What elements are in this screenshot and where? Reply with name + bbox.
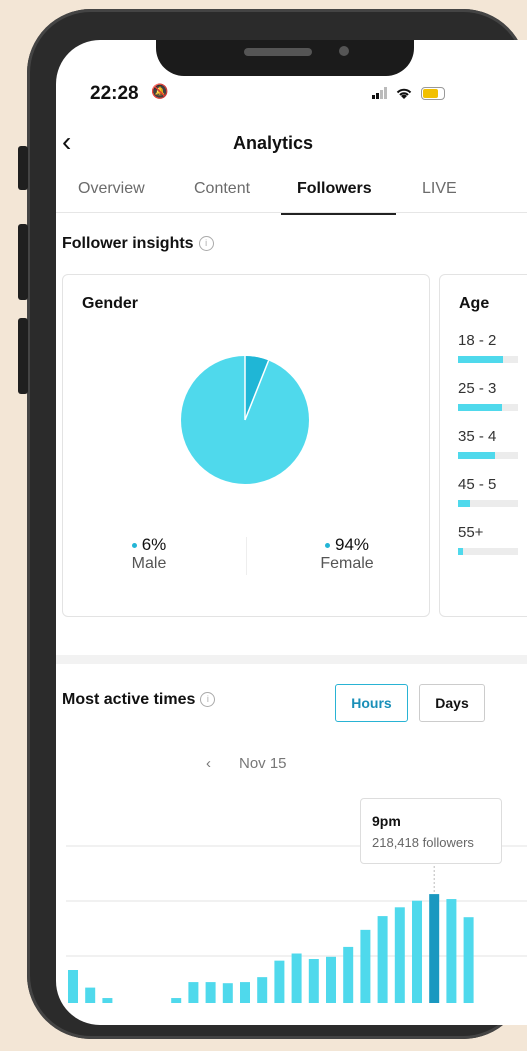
bar-hour-12[interactable]	[274, 960, 285, 1003]
volume-down-button	[18, 318, 28, 394]
page-title: Analytics	[232, 133, 314, 153]
info-icon[interactable]: i	[198, 236, 214, 252]
age-label: 18 - 2	[458, 332, 497, 349]
bar-hour-13[interactable]	[291, 953, 302, 1004]
bar-hour-21[interactable]	[429, 894, 440, 1003]
age-label: 35 - 4	[458, 428, 497, 445]
tab-bar: Overview Content Followers LIVE	[56, 180, 527, 215]
hours-button[interactable]: Hours	[335, 684, 408, 722]
bar-hour-0[interactable]	[68, 970, 78, 1003]
gender-pie-chart	[181, 356, 309, 484]
tab-followers[interactable]: Followers	[297, 180, 372, 198]
days-button[interactable]: Days	[419, 684, 485, 722]
section-separator	[56, 655, 527, 664]
bar-hour-19[interactable]	[394, 907, 405, 1003]
bar-hour-8[interactable]	[205, 982, 216, 1003]
status-time: 22:28	[90, 83, 139, 104]
bar-hour-22[interactable]	[446, 899, 457, 1003]
signal-icon	[372, 87, 387, 100]
speaker	[244, 48, 312, 56]
tabs-divider	[56, 212, 527, 213]
tab-content[interactable]: Content	[194, 180, 250, 198]
age-title: Age	[459, 295, 490, 312]
age-card: Age 18 - 2 25 - 3 35 - 4 45 - 5 55+	[439, 274, 527, 617]
female-label: Female	[320, 555, 374, 572]
most-active-title: Most active times	[62, 691, 196, 708]
male-value: 6%	[141, 535, 167, 554]
age-label: 25 - 3	[458, 380, 497, 397]
age-row: 55+	[458, 524, 518, 555]
legend-dot-male	[131, 543, 137, 549]
date-navigator: ‹ Nov 15	[206, 755, 315, 772]
bar-hour-17[interactable]	[360, 929, 371, 1003]
age-bar-fill	[458, 548, 463, 555]
bar-hour-15[interactable]	[326, 956, 336, 1003]
age-bar-track	[458, 404, 518, 411]
follower-insights-title: Follower insights	[62, 235, 194, 252]
age-label: 45 - 5	[458, 476, 497, 493]
legend-divider	[246, 537, 247, 575]
age-bar-track	[458, 548, 518, 555]
wifi-icon	[396, 88, 412, 99]
age-row: 18 - 2	[458, 332, 518, 363]
bar-hour-20[interactable]	[412, 900, 422, 1003]
age-bar-track	[458, 452, 518, 459]
most-active-heading: Most active times i	[62, 691, 216, 709]
bar-hour-16[interactable]	[343, 946, 354, 1003]
legend-dot-female	[324, 543, 330, 549]
bar-hour-1[interactable]	[85, 987, 96, 1003]
status-icons	[372, 84, 445, 100]
gender-card: Gender 6% Male 94% Female	[62, 274, 430, 617]
age-bar-track	[458, 356, 518, 363]
chart-tooltip: 9pm 218,418 followers	[360, 798, 502, 864]
age-row: 25 - 3	[458, 380, 518, 411]
date-label: Nov 15	[239, 755, 287, 772]
bar-hour-6[interactable]	[171, 998, 182, 1003]
chevron-left-icon[interactable]: ‹	[206, 755, 211, 772]
battery-icon	[420, 86, 445, 100]
bell-muted-icon: 🔕	[151, 83, 169, 99]
age-bar-track	[458, 500, 518, 507]
bar-hour-2[interactable]	[102, 998, 113, 1003]
screen: 22:28 🔕 ‹ Analytics Overview Content Fol…	[56, 40, 527, 1025]
legend-male: 6% Male	[119, 535, 179, 573]
tab-overview[interactable]: Overview	[78, 180, 145, 198]
age-bar-fill	[458, 404, 503, 411]
bar-hour-9[interactable]	[222, 983, 233, 1003]
age-bar-fill	[458, 356, 503, 363]
age-row: 45 - 5	[458, 476, 518, 507]
bar-hour-14[interactable]	[308, 959, 319, 1003]
tooltip-followers: 218,418 followers	[372, 835, 474, 850]
male-label: Male	[131, 555, 167, 572]
age-label: 55+	[458, 524, 484, 541]
female-value: 94%	[334, 535, 370, 554]
age-bar-fill	[458, 452, 496, 459]
camera	[339, 46, 349, 56]
bar-hour-11[interactable]	[257, 977, 268, 1003]
volume-up-button	[18, 224, 28, 300]
mute-switch	[18, 146, 28, 190]
follower-insights-heading: Follower insights i	[62, 235, 214, 253]
info-icon[interactable]: i	[200, 692, 216, 708]
bar-hour-10[interactable]	[240, 982, 250, 1003]
tooltip-time: 9pm	[372, 813, 401, 829]
bar-hour-23[interactable]	[463, 917, 474, 1003]
legend-female: 94% Female	[311, 535, 383, 573]
notch	[156, 40, 414, 76]
bars-group	[68, 894, 474, 1003]
gender-title: Gender	[82, 295, 139, 312]
bar-hour-7[interactable]	[188, 982, 199, 1003]
tab-live[interactable]: LIVE	[422, 180, 457, 198]
age-row: 35 - 4	[458, 428, 518, 459]
bar-hour-18[interactable]	[377, 916, 388, 1003]
age-bar-fill	[458, 500, 470, 507]
